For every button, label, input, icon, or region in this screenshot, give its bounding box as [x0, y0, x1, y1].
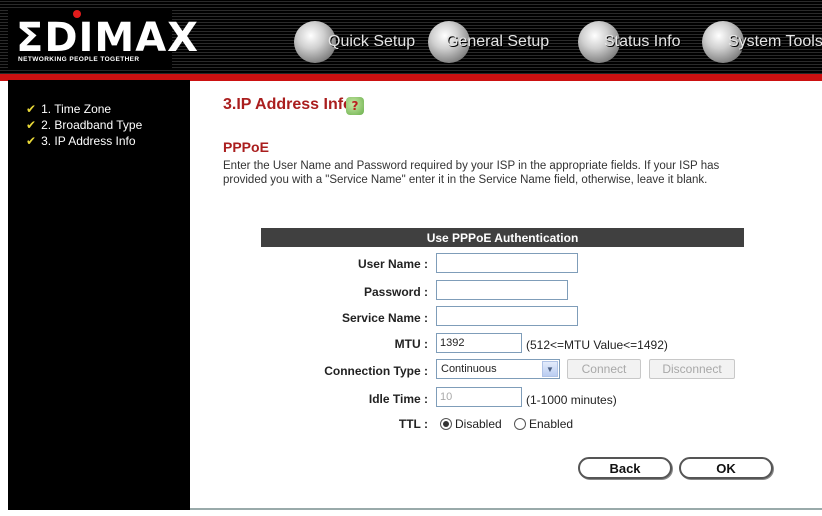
- nav-quick-setup[interactable]: Quick Setup: [294, 18, 415, 66]
- nav-system-tools[interactable]: System Tools: [702, 18, 822, 66]
- bottom-divider: [190, 508, 822, 510]
- sidebar-item-label: 2. Broadband Type: [41, 118, 143, 132]
- idle-time-hint: (1-1000 minutes): [526, 393, 617, 407]
- connection-type-label: Connection Type :: [324, 364, 428, 378]
- idle-time-label: Idle Time :: [368, 392, 428, 406]
- sidebar-item-broadband-type[interactable]: ✔ 2. Broadband Type: [26, 118, 142, 132]
- back-button[interactable]: Back: [578, 457, 672, 479]
- connection-type-select[interactable]: Continuous ▼: [436, 359, 560, 379]
- mtu-hint: (512<=MTU Value<=1492): [526, 338, 668, 352]
- nav-label: Status Info: [604, 33, 681, 50]
- section-description: Enter the User Name and Password require…: [223, 160, 720, 186]
- ttl-enabled-label: Enabled: [529, 417, 574, 431]
- user-name-label: User Name :: [357, 257, 428, 271]
- sidebar-item-ip-address-info[interactable]: ✔ 3. IP Address Info: [26, 134, 136, 148]
- checkmark-icon: ✔: [26, 118, 37, 132]
- service-name-input[interactable]: [436, 306, 578, 326]
- ttl-enabled-radio[interactable]: [514, 418, 526, 430]
- user-name-input[interactable]: [436, 253, 578, 273]
- sidebar-item-label: 3. IP Address Info: [41, 134, 136, 148]
- edimax-logo: ΣDIMAX NETWORKING PEOPLE TOGETHER: [8, 8, 198, 68]
- mtu-input[interactable]: [436, 333, 522, 353]
- service-name-label: Service Name :: [341, 311, 428, 325]
- disconnect-button[interactable]: Disconnect: [649, 359, 735, 379]
- help-icon[interactable]: ?: [346, 97, 364, 115]
- nav-status-info[interactable]: Status Info: [578, 18, 681, 66]
- nav-label: Quick Setup: [328, 33, 416, 50]
- idle-time-input[interactable]: [436, 387, 522, 407]
- ttl-disabled-label: Disabled: [455, 417, 502, 431]
- section-title: PPPoE: [223, 139, 269, 155]
- logo-tagline: NETWORKING PEOPLE TOGETHER: [18, 56, 140, 63]
- header-bar: ΣDIMAX NETWORKING PEOPLE TOGETHER Quick …: [0, 0, 822, 81]
- nav-general-setup[interactable]: General Setup: [428, 18, 549, 66]
- password-input[interactable]: [436, 280, 568, 300]
- mtu-label: MTU :: [394, 337, 428, 351]
- sidebar-item-label: 1. Time Zone: [41, 102, 112, 116]
- logo-dot: [73, 10, 81, 18]
- checkmark-icon: ✔: [26, 134, 37, 148]
- sidebar-item-time-zone[interactable]: ✔ 1. Time Zone: [26, 102, 111, 116]
- connection-type-value: Continuous: [441, 363, 497, 375]
- connect-button[interactable]: Connect: [567, 359, 641, 379]
- checkmark-icon: ✔: [26, 102, 37, 116]
- ttl-label: TTL :: [398, 417, 428, 431]
- nav-label: System Tools: [728, 33, 822, 50]
- chevron-down-icon[interactable]: ▼: [542, 361, 558, 377]
- sidebar: ✔ 1. Time Zone ✔ 2. Broadband Type ✔ 3. …: [8, 80, 190, 510]
- logo-text: ΣDIMAX: [16, 15, 200, 61]
- table-header: Use PPPoE Authentication: [261, 228, 744, 247]
- ttl-disabled-radio[interactable]: [440, 418, 452, 430]
- page-title: 3.IP Address Info: [223, 96, 353, 113]
- password-label: Password :: [363, 285, 428, 299]
- nav-label: General Setup: [446, 33, 550, 50]
- ok-button[interactable]: OK: [679, 457, 773, 479]
